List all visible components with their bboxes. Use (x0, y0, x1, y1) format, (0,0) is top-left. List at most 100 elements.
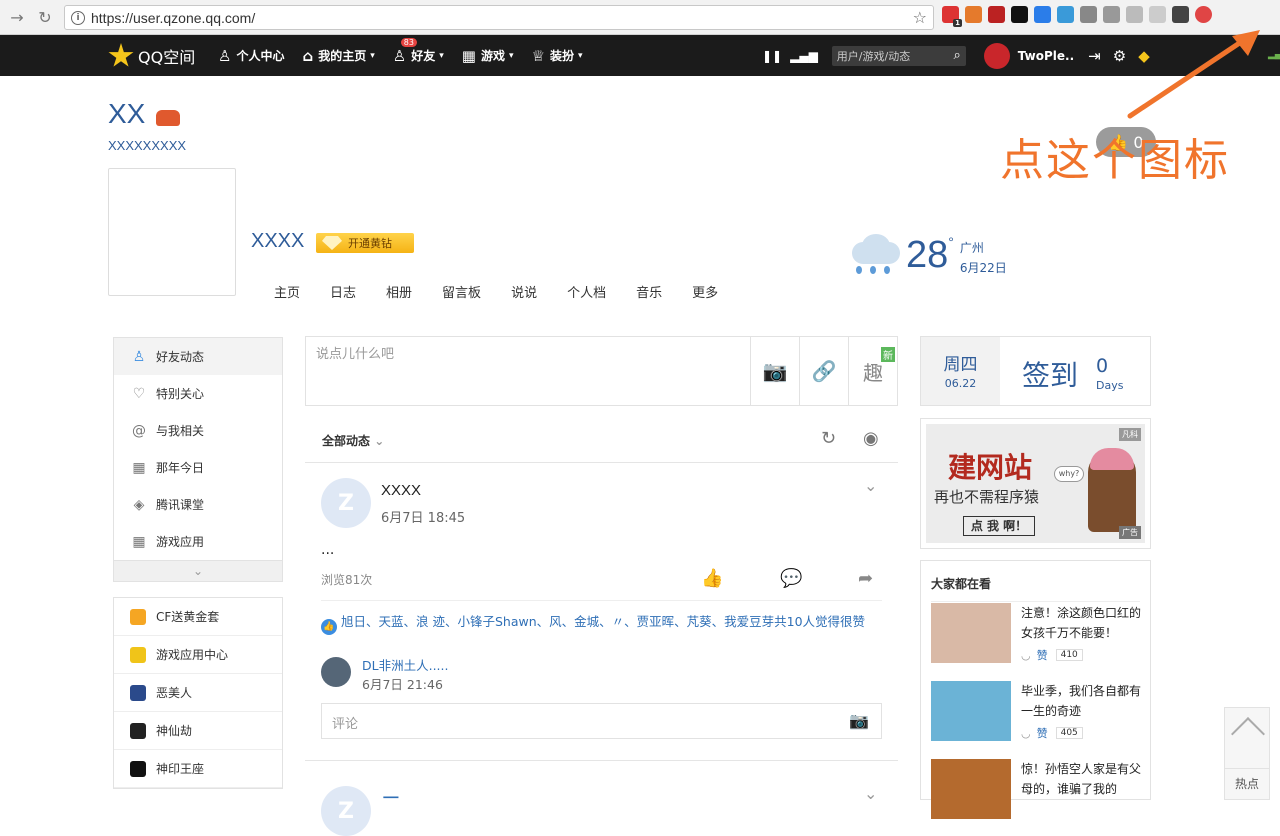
post-author-name[interactable]: XXXX (381, 482, 421, 499)
calendar-ext-icon[interactable]: 1 (942, 6, 962, 27)
orange-ext-icon[interactable] (965, 6, 982, 23)
reload-icon[interactable]: ↻ (34, 6, 56, 28)
glasses-ext-icon[interactable] (1172, 6, 1189, 23)
left-nav-item[interactable]: ♙ 好友动态 (114, 338, 282, 375)
ad-banner[interactable]: 凡科 建网站 再也不需程序猿 点 我 啊！ why? 广告 (920, 418, 1151, 549)
pause-icon[interactable]: ❚❚ (762, 49, 782, 63)
profile-tab[interactable]: 音乐 (636, 282, 662, 301)
search-icon[interactable]: ⌕ (954, 48, 961, 63)
left-nav-label: 与我相关 (156, 424, 205, 438)
smile-icon[interactable]: ◡ (1021, 649, 1031, 662)
like-icon[interactable]: 👍 (701, 568, 723, 589)
topbar-menu-item[interactable]: ♙ 83 好友 ▾ (393, 37, 444, 65)
share-icon[interactable]: ➦ (858, 568, 873, 589)
info-icon[interactable]: i (71, 10, 85, 25)
expand-more-chevron-icon[interactable]: ⌄ (114, 560, 282, 581)
ad-cta-button[interactable]: 点 我 啊！ (963, 516, 1035, 536)
search-input[interactable]: 用户/游戏/动态 ⌕ (831, 45, 966, 66)
circle-ext-icon[interactable] (1011, 6, 1028, 23)
qzone-logo[interactable]: QQ空间 (108, 43, 195, 69)
bookmark-star-icon[interactable]: ☆ (913, 8, 927, 27)
next-post-menu-chevron-icon[interactable]: ⌄ (864, 784, 877, 803)
shield-ext-icon[interactable] (1126, 6, 1143, 23)
trending-thumbnail[interactable] (931, 681, 1011, 741)
fun-icon[interactable]: 趣 新 (848, 337, 897, 405)
app-item[interactable]: CF送黄金套 (114, 598, 282, 636)
qzone-ext-icon[interactable] (1195, 6, 1212, 23)
trending-item[interactable]: 惊！孙悟空人家是有父母的，谁骗了我的 (931, 759, 1143, 821)
post-menu-chevron-icon[interactable]: ⌄ (864, 476, 877, 495)
trending-thumbnail[interactable] (931, 603, 1011, 663)
profile-tab[interactable]: 日志 (330, 282, 356, 301)
feed-filter-dropdown[interactable]: 全部动态 ⌄ (322, 432, 384, 449)
app-item[interactable]: 恶美人 (114, 674, 282, 712)
topbar-menu-item[interactable]: ▦ 游戏 ▾ (462, 47, 514, 65)
profile-display-name[interactable]: XXXX (251, 230, 304, 253)
commenter-avatar[interactable] (321, 657, 351, 687)
signal-icon[interactable]: ▂▄▆ (790, 49, 818, 63)
bolt-ext-icon[interactable] (1034, 6, 1051, 23)
app-item[interactable]: 神仙劫 (114, 712, 282, 750)
red-book-ext-icon[interactable] (988, 6, 1005, 23)
left-nav-item[interactable]: @ 与我相关 (114, 412, 282, 449)
profile-avatar[interactable] (108, 168, 236, 296)
ad-image[interactable]: 凡科 建网站 再也不需程序猿 点 我 啊！ why? 广告 (926, 424, 1145, 543)
likes-text[interactable]: 旭日、天蓝、浪 迹、小锋子Shawn、风、金城、〃、贾亚晖、芃葵、我爱豆芽共10… (341, 614, 865, 629)
profile-tab[interactable]: 个人档 (567, 282, 606, 301)
left-nav-item[interactable]: ◈ 腾讯课堂 (114, 486, 282, 523)
link-icon[interactable]: 🔗 (799, 337, 848, 405)
trending-title[interactable]: 毕业季，我们各自都有一生的奇迹 (1021, 681, 1145, 721)
refresh-icon[interactable]: ↻ (821, 428, 836, 449)
app-item[interactable]: 神印王座 (114, 750, 282, 788)
comment-input[interactable]: 评论 📷 (321, 703, 882, 739)
dropdown-caret-icon: ▾ (577, 50, 583, 61)
trending-title[interactable]: 注意！涂这颜色口红的女孩千万不能要！ (1021, 603, 1145, 643)
hot-button-label[interactable]: 热点 (1225, 768, 1269, 792)
profile-tab[interactable]: 主页 (274, 282, 300, 301)
commenter-name[interactable]: DL非洲土人..... (362, 655, 448, 674)
feed-settings-icon[interactable]: ◉ (863, 428, 879, 449)
user-avatar[interactable] (983, 42, 1010, 69)
camera-icon[interactable]: 📷 (750, 337, 799, 405)
topbar-menu-item[interactable]: ♕ 装扮 ▾ (532, 47, 583, 65)
open-vip-button[interactable]: 开通黄钻 (316, 233, 414, 253)
comment-icon[interactable]: 💬 (780, 568, 802, 589)
profile-tab[interactable]: 说说 (511, 282, 537, 301)
back-arrow-icon[interactable]: → (6, 6, 28, 28)
camera-icon[interactable]: 📷 (849, 711, 869, 730)
url-text[interactable]: https://user.qzone.qq.com/ (91, 10, 255, 26)
post-author-avatar[interactable]: Z (321, 478, 371, 528)
next-post-author[interactable]: ㄧ (381, 782, 401, 811)
send-ext-icon[interactable] (1057, 6, 1074, 23)
puzzle-ext-icon[interactable] (1149, 6, 1166, 23)
trending-item[interactable]: 毕业季，我们各自都有一生的奇迹 ◡ 赞 405 (931, 681, 1143, 743)
profile-tab[interactable]: 留言板 (442, 282, 481, 301)
trending-thumbnail[interactable] (931, 759, 1011, 819)
smile-icon[interactable]: ◡ (1021, 727, 1031, 740)
next-post-avatar[interactable]: Z (321, 786, 371, 836)
username[interactable]: TwoPle.. (1018, 49, 1074, 63)
topbar-menu-item[interactable]: ⌂ 我的主页 ▾ (302, 47, 374, 65)
trending-like-label[interactable]: 赞 (1037, 647, 1048, 663)
topbar-menu-item[interactable]: ♙ 个人中心 (218, 47, 284, 65)
left-nav-item[interactable]: ▦ 游戏应用 (114, 523, 282, 560)
tool-ext-icon[interactable] (1103, 6, 1120, 23)
trending-meta: ◡ 赞 405 (1021, 725, 1083, 741)
trending-like-label[interactable]: 赞 (1037, 725, 1048, 741)
notification-badge: 83 (400, 37, 417, 47)
left-nav-item[interactable]: ♡ 特别关心 (114, 375, 282, 412)
profile-tab[interactable]: 相册 (386, 282, 412, 301)
address-bar[interactable]: i https://user.qzone.qq.com/ ☆ (64, 5, 934, 30)
info-ext-icon[interactable] (1080, 6, 1097, 23)
trending-item[interactable]: 注意！涂这颜色口红的女孩千万不能要！ ◡ 赞 410 (931, 603, 1143, 665)
friends-feed-icon: ♙ (132, 348, 146, 365)
app-item[interactable]: 游戏应用中心 (114, 636, 282, 674)
profile-tab[interactable]: 更多 (692, 282, 718, 301)
sign-in-button[interactable]: 签到 (1022, 354, 1078, 394)
trending-title[interactable]: 惊！孙悟空人家是有父母的，谁骗了我的 (1021, 759, 1145, 799)
sign-in-widget[interactable]: 周四 06.22 签到 0 Days (920, 336, 1151, 406)
back-to-top[interactable]: 热点 (1224, 707, 1270, 800)
logout-icon[interactable]: ⇥ (1088, 47, 1101, 65)
left-nav-item[interactable]: ▦ 那年今日 (114, 449, 282, 486)
status-composer[interactable]: 说点儿什么吧 📷 🔗 趣 新 (305, 336, 898, 406)
